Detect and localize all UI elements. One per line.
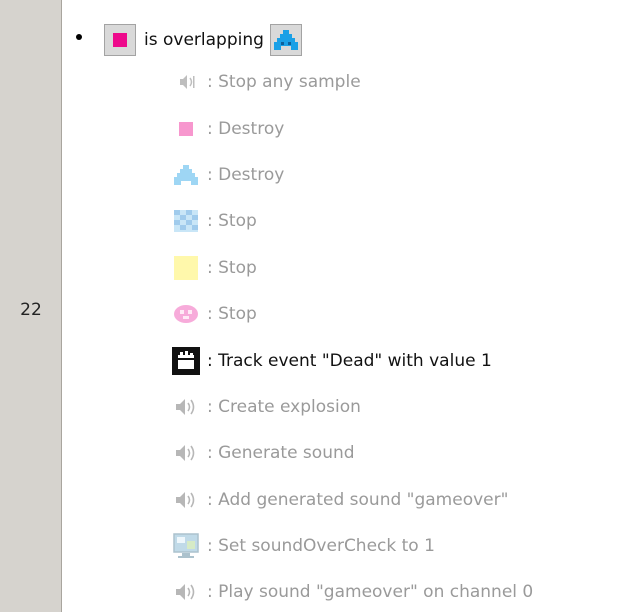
action-row[interactable]: : Stop — [171, 198, 533, 244]
action-row[interactable]: : Destroy — [171, 152, 533, 198]
speaker-icon — [171, 485, 201, 515]
action-row[interactable]: : Create explosion — [171, 384, 533, 430]
action-row[interactable]: : Add generated sound "gameover" — [171, 477, 533, 523]
action-row[interactable]: : Generate sound — [171, 430, 533, 476]
action-row[interactable]: : Stop any sample — [171, 59, 533, 105]
action-label: : Play sound "gameover" on channel 0 — [207, 582, 534, 603]
speaker-small-icon — [171, 67, 201, 97]
monitor-icon — [171, 531, 201, 561]
action-label: : Destroy — [207, 118, 285, 139]
action-row[interactable]: : Track event "Dead" with value 1 — [171, 337, 533, 383]
action-label: : Stop any sample — [207, 72, 361, 93]
action-label: : Add generated sound "gameover" — [207, 489, 509, 510]
speaker-icon — [171, 392, 201, 422]
action-row[interactable]: : Stop — [171, 291, 533, 337]
event-line-number: 22 — [20, 300, 42, 320]
event-bullet — [76, 34, 82, 40]
action-label: : Destroy — [207, 164, 285, 185]
action-row[interactable]: : Destroy — [171, 105, 533, 151]
event-condition[interactable]: is overlapping — [104, 20, 302, 60]
action-row[interactable]: : Play sound "gameover" on channel 0 — [171, 569, 533, 615]
speaker-icon — [171, 577, 201, 607]
action-label: : Set soundOverCheck to 1 — [207, 536, 435, 557]
action-label: : Stop — [207, 304, 257, 325]
action-row[interactable]: : Set soundOverCheck to 1 — [171, 523, 533, 569]
checkered-blue-icon — [171, 206, 201, 236]
blue-invader-icon — [171, 160, 201, 190]
action-label: : Generate sound — [207, 443, 355, 464]
line-number-gutter: 22 — [0, 0, 62, 612]
pink-square-icon — [171, 114, 201, 144]
action-label: : Create explosion — [207, 396, 361, 417]
action-label: : Stop — [207, 257, 257, 278]
speaker-icon — [171, 438, 201, 468]
analytics-clapper-icon — [171, 346, 201, 376]
action-label: : Track event "Dead" with value 1 — [207, 350, 492, 371]
blue-invader-object-icon[interactable] — [269, 24, 302, 56]
action-label: : Stop — [207, 211, 257, 232]
condition-text: is overlapping — [144, 30, 264, 50]
yellow-square-icon — [171, 253, 201, 283]
action-row[interactable]: : Stop — [171, 245, 533, 291]
pink-square-object-icon[interactable] — [104, 24, 136, 56]
pink-blob-icon — [171, 299, 201, 329]
action-list: : Stop any sample : Destroy : Destroy: … — [171, 59, 533, 616]
